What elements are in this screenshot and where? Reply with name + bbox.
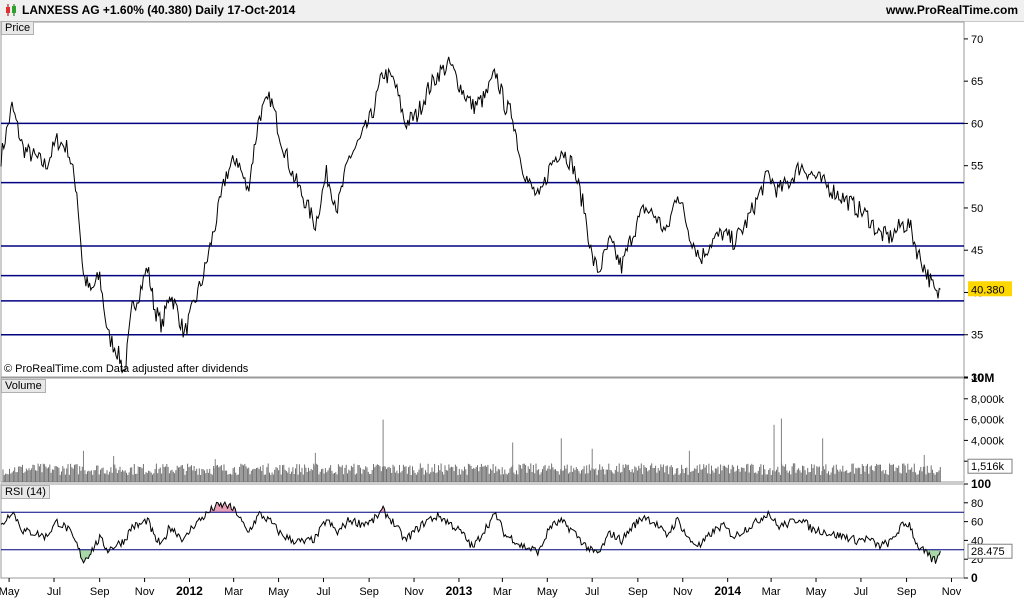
volume-axis-tick-label: 4,000k xyxy=(971,435,1005,447)
volume-axis-tick-label: 8,000k xyxy=(971,394,1005,406)
rsi-axis-tick-label: 0 xyxy=(971,571,978,585)
volume-axis-tick-label: 10M xyxy=(971,371,994,385)
price-series-line[interactable] xyxy=(0,56,941,374)
x-axis-tick-label: Sep xyxy=(897,586,917,598)
x-axis-tick-label: May xyxy=(537,586,558,598)
x-axis-tick-label: Sep xyxy=(359,586,379,598)
last-rsi-label: 28.475 xyxy=(971,546,1005,558)
price-axis-tick-label: 60 xyxy=(971,118,983,130)
price-axis-tick-label: 70 xyxy=(971,34,983,46)
price-panel-label: Price xyxy=(1,21,35,35)
chart-area[interactable]: 30354045505560657040.380 10M8,000k6,000k… xyxy=(0,0,1024,600)
rsi-axis-tick-label: 80 xyxy=(971,498,983,510)
x-axis-tick-label: Jul xyxy=(47,586,61,598)
volume-axis-tick-label: 6,000k xyxy=(971,415,1005,427)
price-axis-tick-label: 50 xyxy=(971,203,983,215)
last-volume-label: 1,516k xyxy=(971,461,1005,473)
x-axis-tick-label: Jul xyxy=(854,586,868,598)
price-axis-tick-label: 35 xyxy=(971,330,983,342)
rsi-axis-tick-label: 60 xyxy=(971,517,983,529)
rsi-overbought-fill xyxy=(1,502,941,513)
x-axis-tick-label: May xyxy=(268,586,289,598)
rsi-panel-label: RSI (14) xyxy=(1,485,50,499)
credit-text: © ProRealTime.com Data adjusted after di… xyxy=(4,363,249,375)
price-axis-tick-label: 55 xyxy=(971,161,983,173)
x-axis-tick-label: Jul xyxy=(316,586,330,598)
x-axis-tick-label: 2014 xyxy=(714,584,741,598)
rsi-axis-tick-label: 100 xyxy=(971,477,991,491)
x-axis-tick-label: Mar xyxy=(224,586,243,598)
x-axis-tick-label: Sep xyxy=(90,586,110,598)
last-price-label: 40.380 xyxy=(971,284,1005,296)
x-axis-tick-label: 2012 xyxy=(176,584,203,598)
x-axis-tick-label: Nov xyxy=(673,586,693,598)
rsi-series-line[interactable] xyxy=(0,501,941,564)
x-axis-tick-label: Jul xyxy=(585,586,599,598)
volume-panel-label: Volume xyxy=(1,379,46,393)
x-axis-tick-label: Nov xyxy=(135,586,155,598)
x-axis-tick-label: May xyxy=(806,586,827,598)
price-axis-tick-label: 65 xyxy=(971,76,983,88)
rsi-oversold-fill xyxy=(1,549,941,564)
x-axis-tick-label: 2013 xyxy=(446,584,473,598)
x-axis-tick-label: Mar xyxy=(493,586,512,598)
price-axis-tick-label: 45 xyxy=(971,245,983,257)
x-axis-tick-label: Nov xyxy=(404,586,424,598)
x-axis-tick-label: Sep xyxy=(628,586,648,598)
x-axis-tick-label: Mar xyxy=(762,586,781,598)
x-axis-tick-label: Nov xyxy=(942,586,962,598)
x-axis-tick-label: May xyxy=(0,586,20,598)
price-panel-frame xyxy=(0,21,965,378)
volume-panel-frame xyxy=(0,377,965,483)
